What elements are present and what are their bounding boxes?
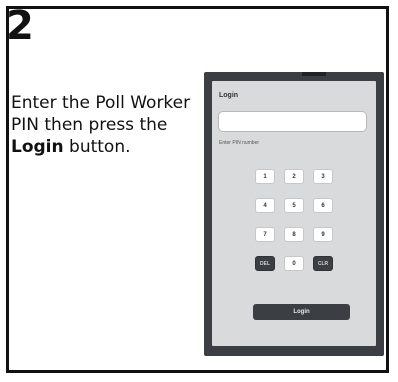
key-4[interactable]: 4 (255, 198, 275, 213)
pin-input[interactable] (218, 111, 367, 132)
instruction-text-before: Enter the Poll Worker PIN then press the (11, 93, 191, 135)
key-9[interactable]: 9 (313, 227, 333, 242)
clear-key[interactable]: CLR (313, 256, 333, 271)
key-7[interactable]: 7 (255, 227, 275, 242)
key-1[interactable]: 1 (255, 169, 275, 184)
instruction-text: Enter the Poll Worker PIN then press the… (11, 92, 196, 158)
key-2[interactable]: 2 (284, 169, 304, 184)
key-8[interactable]: 8 (284, 227, 304, 242)
login-title: Login (219, 92, 239, 99)
device-notch (302, 72, 326, 76)
login-button[interactable]: Login (253, 304, 350, 320)
step-number: 2 (6, 3, 34, 49)
login-screen: Login Enter PIN number 1 2 3 4 5 6 7 8 9… (212, 81, 376, 346)
delete-key[interactable]: DEL (255, 256, 275, 271)
tablet-screenshot: Login Enter PIN number 1 2 3 4 5 6 7 8 9… (204, 72, 384, 356)
key-6[interactable]: 6 (313, 198, 333, 213)
key-5[interactable]: 5 (284, 198, 304, 213)
instruction-text-after: button. (63, 137, 131, 157)
key-3[interactable]: 3 (313, 169, 333, 184)
pin-hint: Enter PIN number (219, 140, 260, 146)
instruction-bold-login: Login (11, 137, 64, 157)
key-0[interactable]: 0 (284, 256, 304, 271)
